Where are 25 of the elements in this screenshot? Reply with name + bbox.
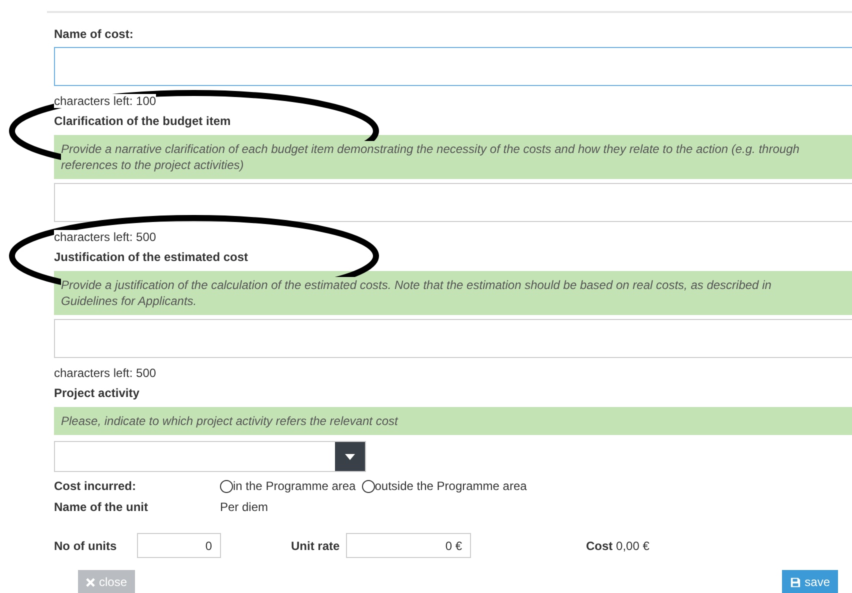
field-label: Unit rate — [291, 538, 341, 554]
radio-button[interactable] — [220, 480, 233, 492]
units-field[interactable]: 0 — [137, 533, 221, 558]
caret-icon — [345, 454, 355, 460]
field-label: Cost incurred: — [54, 478, 138, 495]
unit-value: Per diem — [220, 499, 268, 516]
cost-total: Cost 0,00 € — [586, 538, 650, 554]
field-label: Justification of the estimated cost — [54, 250, 250, 264]
field-label: Name of cost: — [54, 27, 134, 41]
field-label: Clarification of the budget item — [54, 114, 232, 128]
text-area[interactable] — [54, 183, 852, 222]
unit-rate-field[interactable]: 0 € — [346, 533, 471, 558]
field-label: No of units — [54, 538, 118, 554]
characters-left-text: characters left: 100 — [54, 94, 156, 108]
activity-dropdown[interactable] — [54, 441, 366, 472]
radio-option[interactable]: in the Programme area — [220, 477, 356, 495]
radio-button[interactable] — [362, 480, 375, 492]
characters-left-text: characters left: 500 — [54, 230, 156, 244]
hint-text: Please, indicate to which project activity refers the relevant cost — [54, 407, 852, 435]
characters-left-text: characters left: 500 — [54, 366, 156, 380]
field-label: Project activity — [54, 386, 140, 400]
name-of-cost-field[interactable] — [54, 47, 852, 86]
radio-option[interactable]: outside the Programme area — [362, 477, 527, 495]
field-label: Name of the unit — [54, 499, 150, 516]
close-icon — [86, 578, 95, 586]
